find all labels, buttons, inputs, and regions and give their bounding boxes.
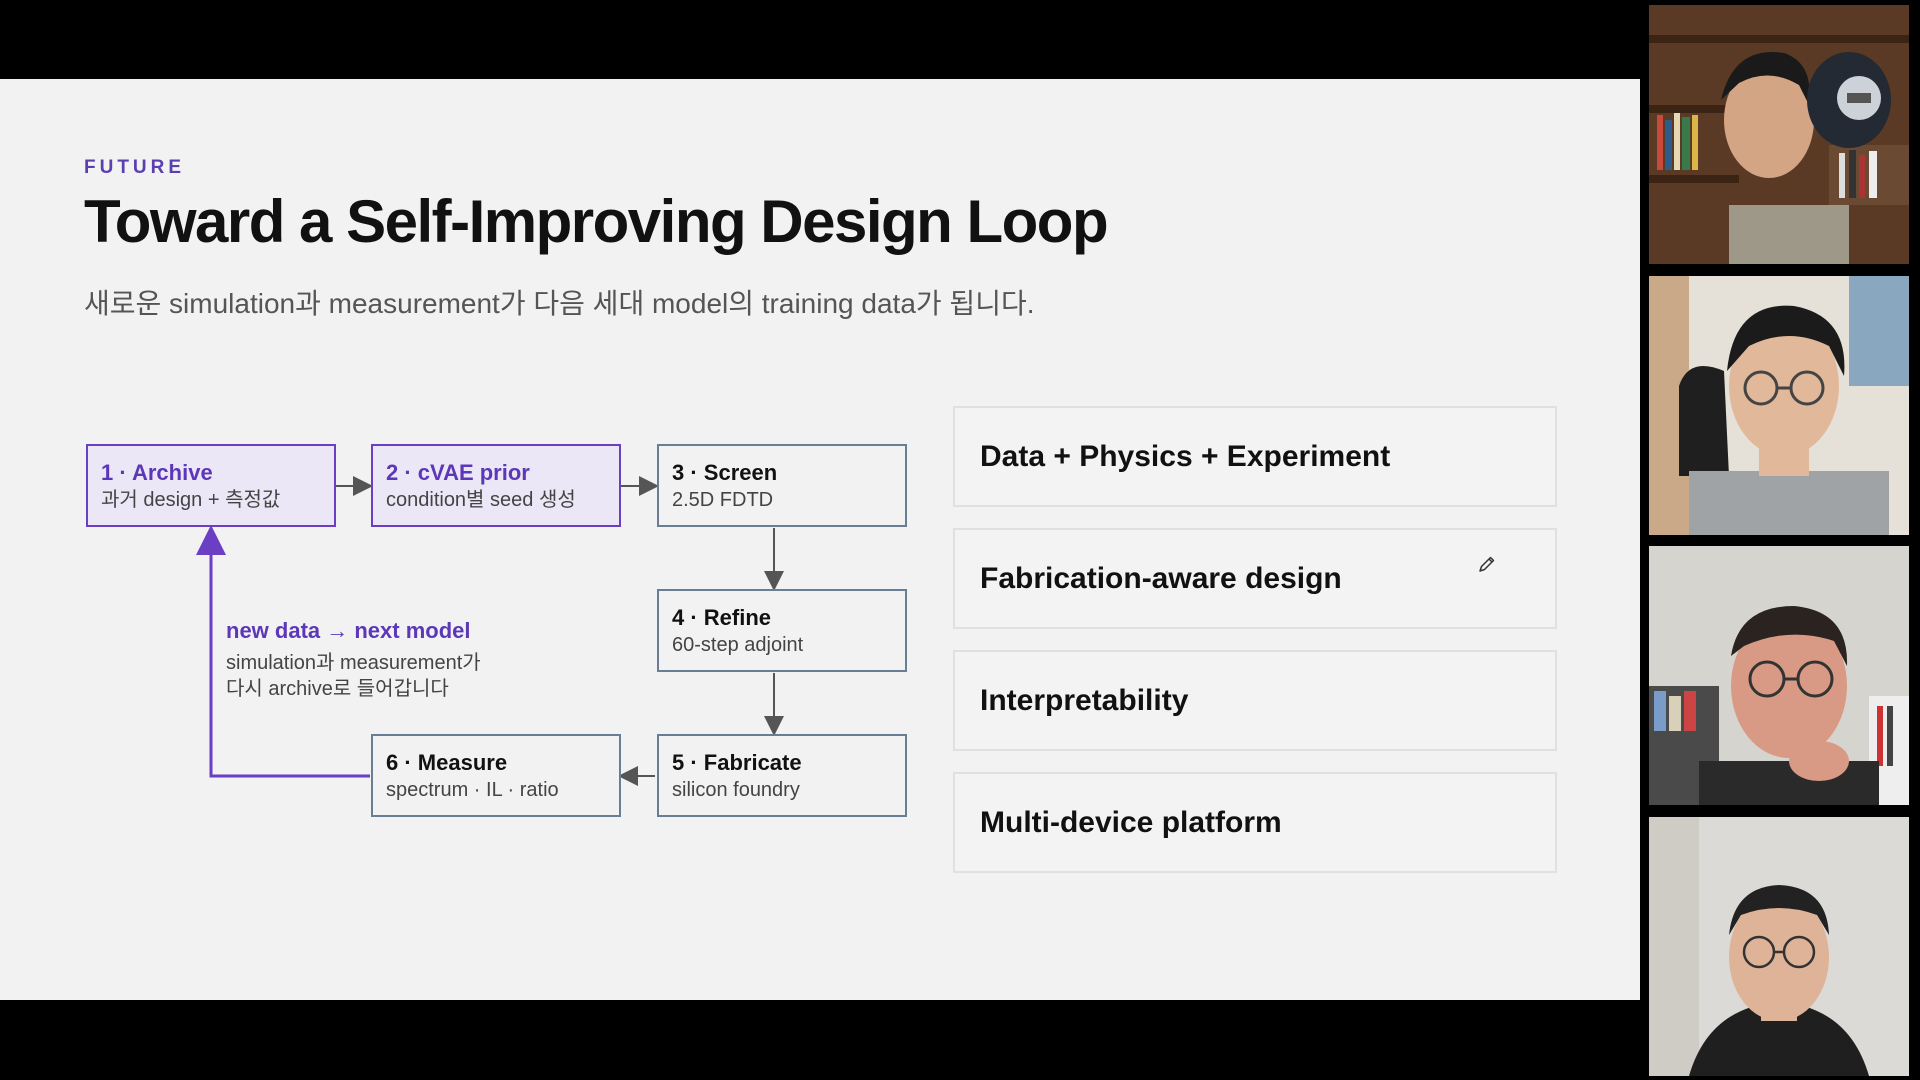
loop-step-measure: 6 · Measure spectrum · IL · ratio (371, 734, 621, 817)
step-subtitle: 60-step adjoint (672, 634, 804, 656)
card-label: Multi-device platform (980, 805, 1282, 839)
step-title: 4 · Refine (672, 605, 772, 630)
feedback-note: simulation과 measurement가 다시 archive로 들어갑… (226, 650, 481, 702)
step-subtitle: condition별 seed 생성 (386, 489, 576, 511)
participant-2-feed (1649, 276, 1909, 535)
step-title: 3 · Screen (672, 460, 778, 485)
participant-video-2[interactable] (1649, 276, 1909, 535)
step-title: 2 · cVAE prior (386, 460, 530, 485)
card-fabrication-aware-design: Fabrication-aware design (953, 528, 1557, 629)
participant-3-feed (1649, 546, 1909, 805)
card-label: Data + Physics + Experiment (980, 439, 1391, 473)
participant-video-4[interactable] (1649, 817, 1909, 1076)
card-multi-device-platform: Multi-device platform (953, 772, 1557, 873)
card-label: Interpretability (980, 683, 1189, 717)
participant-video-1[interactable] (1649, 5, 1909, 264)
step-subtitle: silicon foundry (672, 779, 800, 801)
step-subtitle: 2.5D FDTD (672, 489, 774, 511)
participant-video-3[interactable] (1649, 546, 1909, 805)
participant-1-feed (1649, 5, 1909, 264)
step-subtitle: spectrum · IL · ratio (386, 779, 559, 801)
feedback-label: new data → next model (226, 618, 471, 643)
card-interpretability: Interpretability (953, 650, 1557, 751)
loop-step-cvae-prior: 2 · cVAE prior condition별 seed 생성 (371, 444, 621, 527)
participant-4-feed (1649, 817, 1909, 1076)
card-data-physics-experiment: Data + Physics + Experiment (953, 406, 1557, 507)
step-subtitle: 과거 design + 측정값 (101, 489, 281, 511)
feedback-note-line-2: 다시 archive로 들어갑니다 (226, 678, 449, 700)
loop-step-refine: 4 · Refine 60-step adjoint (657, 589, 907, 672)
card-label: Fabrication-aware design (980, 561, 1342, 595)
feedback-note-line-1: simulation과 measurement가 (226, 652, 481, 674)
loop-step-screen: 3 · Screen 2.5D FDTD (657, 444, 907, 527)
step-title: 6 · Measure (386, 750, 508, 775)
pencil-icon (1479, 556, 1495, 572)
shared-slide: FUTURE Toward a Self-Improving Design Lo… (0, 79, 1640, 1000)
loop-step-archive: 1 · Archive 과거 design + 측정값 (86, 444, 336, 527)
loop-step-fabricate: 5 · Fabricate silicon foundry (657, 734, 907, 817)
step-title: 5 · Fabricate (672, 750, 802, 775)
step-title: 1 · Archive (101, 460, 213, 485)
meeting-screen: FUTURE Toward a Self-Improving Design Lo… (0, 0, 1920, 1080)
